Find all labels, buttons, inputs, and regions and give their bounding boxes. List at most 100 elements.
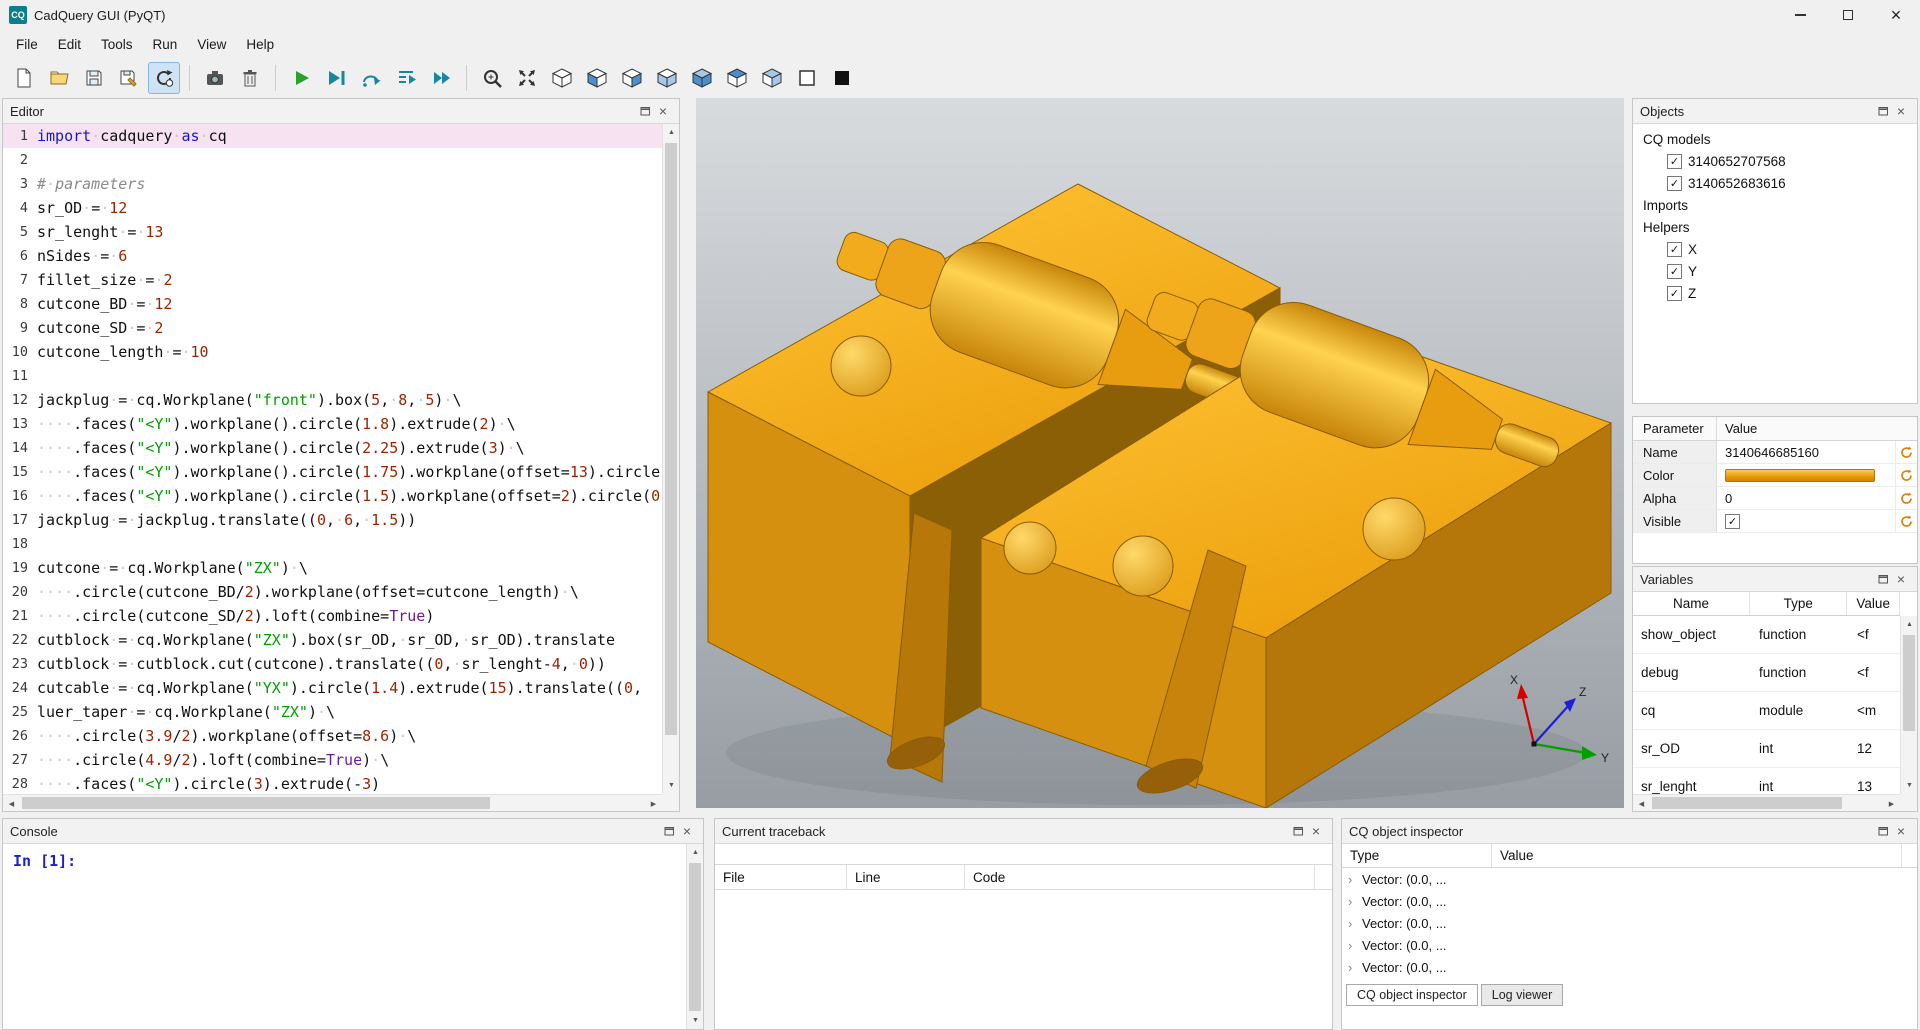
new-file-button[interactable]	[8, 62, 40, 94]
objects-tree-item[interactable]: Imports	[1633, 194, 1917, 216]
scroll-left-icon[interactable]: ◀	[3, 795, 20, 812]
checkbox-checked[interactable]: ✓	[1725, 514, 1740, 529]
float-panel-icon[interactable]	[660, 822, 678, 840]
trash-button[interactable]	[234, 62, 266, 94]
tab-log-viewer[interactable]: Log viewer	[1481, 984, 1563, 1006]
chevron-right-icon[interactable]: ›	[1348, 938, 1362, 953]
scroll-up-icon[interactable]: ▲	[1901, 616, 1918, 633]
float-panel-icon[interactable]	[1874, 570, 1892, 588]
variable-row[interactable]: sr_lenghtint13	[1633, 768, 1900, 794]
view-left-button[interactable]	[651, 62, 683, 94]
chevron-right-icon[interactable]: ›	[1348, 960, 1362, 975]
save-button[interactable]	[78, 62, 110, 94]
traceback-column-header[interactable]: Code	[965, 865, 1315, 889]
open-file-button[interactable]	[43, 62, 75, 94]
maximize-button[interactable]	[1824, 0, 1872, 30]
scroll-up-icon[interactable]: ▲	[687, 844, 704, 861]
autoreload-button[interactable]	[148, 62, 180, 94]
traceback-column-header[interactable]: Line	[847, 865, 965, 889]
scroll-right-icon[interactable]: ▶	[645, 795, 662, 812]
checkbox-checked[interactable]: ✓	[1667, 154, 1682, 169]
view-back-button[interactable]	[616, 62, 648, 94]
step-button[interactable]	[355, 62, 387, 94]
scrollbar-thumb[interactable]	[1652, 797, 1842, 809]
debug-button[interactable]	[320, 62, 352, 94]
scrollbar-thumb[interactable]	[22, 797, 490, 809]
objects-tree-item[interactable]: ✓Y	[1633, 260, 1917, 282]
inspector-column-header[interactable]: Value	[1492, 844, 1902, 867]
code-editor[interactable]: 1import·cadquery·as·cq23#·parameters4sr_…	[3, 124, 662, 794]
scroll-left-icon[interactable]: ◀	[1633, 795, 1650, 812]
editor-vertical-scrollbar[interactable]: ▲ ▼	[662, 124, 679, 794]
checkbox-checked[interactable]: ✓	[1667, 242, 1682, 257]
screenshot-button[interactable]	[199, 62, 231, 94]
inspector-row[interactable]: ›Vector: (0.0, ...	[1342, 868, 1917, 890]
wireframe-button[interactable]	[791, 62, 823, 94]
editor-horizontal-scrollbar[interactable]: ◀ ▶	[3, 794, 662, 811]
close-panel-icon[interactable]: ×	[1892, 822, 1910, 840]
menu-item-file[interactable]: File	[6, 33, 48, 56]
reset-property-button[interactable]	[1895, 510, 1917, 532]
variables-column-header[interactable]: Name	[1633, 592, 1750, 615]
view-right-button[interactable]	[686, 62, 718, 94]
objects-tree-item[interactable]: ✓X	[1633, 238, 1917, 260]
save-as-button[interactable]	[113, 62, 145, 94]
tab-cq-object-inspector[interactable]: CQ object inspector	[1346, 984, 1478, 1006]
fit-all-button[interactable]	[511, 62, 543, 94]
continue-button[interactable]	[425, 62, 457, 94]
color-swatch[interactable]	[1725, 469, 1875, 482]
variables-vertical-scrollbar[interactable]: ▲ ▼	[1900, 616, 1917, 794]
close-panel-icon[interactable]: ×	[654, 102, 672, 120]
scroll-down-icon[interactable]: ▼	[687, 1012, 704, 1029]
close-panel-icon[interactable]: ×	[1892, 570, 1910, 588]
view-top-button[interactable]	[721, 62, 753, 94]
inspector-row[interactable]: ›Vector: (0.0, ...	[1342, 934, 1917, 956]
scrollbar-thumb[interactable]	[1903, 635, 1915, 731]
variable-row[interactable]: cqmodule<m	[1633, 692, 1900, 730]
menu-item-tools[interactable]: Tools	[91, 33, 143, 56]
objects-tree-item[interactable]: ✓3140652707568	[1633, 150, 1917, 172]
objects-tree-item[interactable]: ✓Z	[1633, 282, 1917, 304]
variables-column-header[interactable]: Value	[1847, 592, 1900, 615]
chevron-right-icon[interactable]: ›	[1348, 894, 1362, 909]
inspector-row[interactable]: ›Vector: (0.0, ...	[1342, 890, 1917, 912]
inspector-row[interactable]: ›Vector: (0.0, ...	[1342, 912, 1917, 934]
value-column-header[interactable]: Value	[1717, 421, 1917, 436]
step-into-button[interactable]	[390, 62, 422, 94]
variables-horizontal-scrollbar[interactable]: ◀ ▶	[1633, 794, 1900, 811]
variable-row[interactable]: show_objectfunction<f	[1633, 616, 1900, 654]
menu-item-edit[interactable]: Edit	[48, 33, 91, 56]
float-panel-icon[interactable]	[1874, 822, 1892, 840]
close-panel-icon[interactable]: ×	[1892, 102, 1910, 120]
scrollbar-thumb[interactable]	[665, 143, 677, 735]
console-input-area[interactable]: In [1]:	[3, 844, 686, 1029]
variables-column-header[interactable]: Type	[1750, 592, 1847, 615]
variable-row[interactable]: sr_ODint12	[1633, 730, 1900, 768]
inspector-row[interactable]: ›Vector: (0.0, ...	[1342, 956, 1917, 978]
view-iso-button[interactable]	[546, 62, 578, 94]
objects-tree-item[interactable]: ✓3140652683616	[1633, 172, 1917, 194]
checkbox-checked[interactable]: ✓	[1667, 176, 1682, 191]
close-button[interactable]: ×	[1872, 0, 1920, 30]
zoom-fit-button[interactable]	[476, 62, 508, 94]
menu-item-run[interactable]: Run	[143, 33, 188, 56]
close-panel-icon[interactable]: ×	[678, 822, 696, 840]
inspector-column-header[interactable]: Type	[1342, 844, 1492, 867]
view-bottom-button[interactable]	[756, 62, 788, 94]
scroll-right-icon[interactable]: ▶	[1883, 795, 1900, 812]
menu-item-view[interactable]: View	[187, 33, 236, 56]
3d-viewport[interactable]: X Z Y	[696, 98, 1624, 808]
close-panel-icon[interactable]: ×	[1307, 822, 1325, 840]
parameter-column-header[interactable]: Parameter	[1633, 417, 1717, 440]
checkbox-checked[interactable]: ✓	[1667, 286, 1682, 301]
scroll-down-icon[interactable]: ▼	[1901, 777, 1918, 794]
run-button[interactable]	[285, 62, 317, 94]
reset-property-button[interactable]	[1895, 487, 1917, 509]
objects-tree-item[interactable]: Helpers	[1633, 216, 1917, 238]
shaded-button[interactable]	[826, 62, 858, 94]
objects-tree-item[interactable]: CQ models	[1633, 128, 1917, 150]
view-front-button[interactable]	[581, 62, 613, 94]
reset-property-button[interactable]	[1895, 441, 1917, 463]
minimize-button[interactable]	[1776, 0, 1824, 30]
float-panel-icon[interactable]	[1289, 822, 1307, 840]
